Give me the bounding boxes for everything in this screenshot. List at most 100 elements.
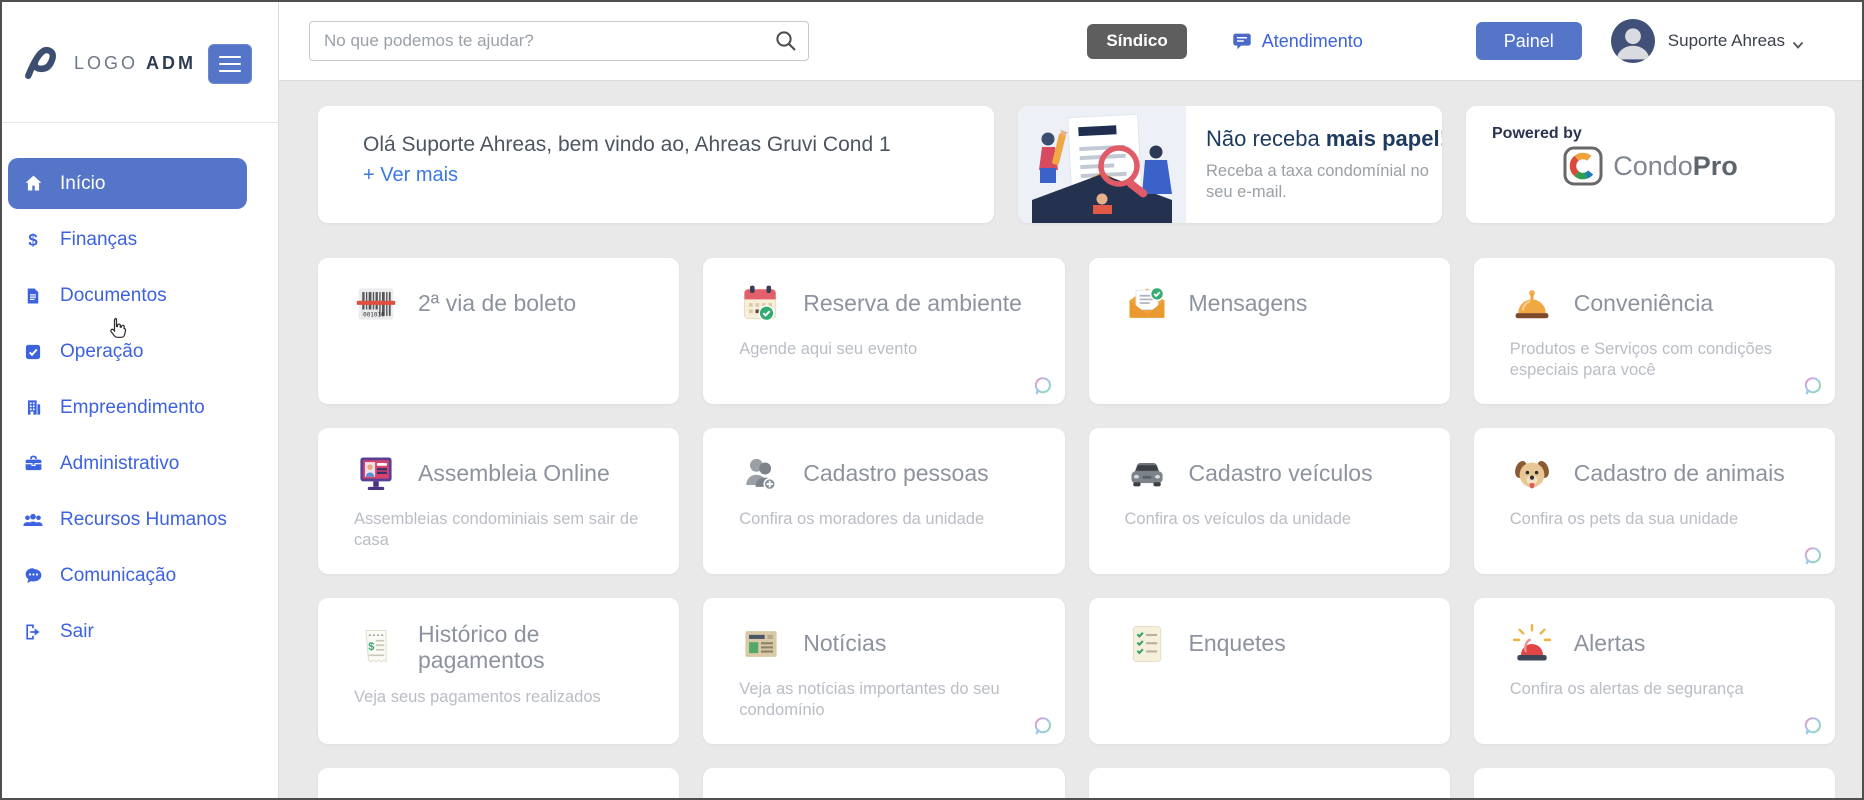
banner-title: Não receba mais papel!	[1206, 126, 1442, 151]
calendar-check-icon	[739, 282, 783, 326]
chat-balloon-icon[interactable]	[1803, 546, 1823, 566]
powered-by-card: Powered by CondoPro	[1466, 106, 1835, 223]
top-row: Olá Suporte Ahreas, bem vindo ao, Ahreas…	[318, 106, 1835, 223]
sidebar-item-empreendimento[interactable]: Empreendimento	[8, 382, 247, 433]
avatar[interactable]	[1610, 19, 1655, 63]
powered-by-label: Powered by	[1492, 125, 1582, 142]
sidebar-item-label: Administrativo	[60, 452, 180, 474]
sidebar-item-inicio[interactable]: Início	[8, 158, 247, 209]
card-title: Reserva de ambiente	[803, 290, 1022, 317]
sidebar-item-sair[interactable]: Sair	[8, 606, 247, 657]
sidebar-item-administrativo[interactable]: Administrativo	[8, 438, 247, 489]
card-head: Documentos	[1089, 768, 1450, 798]
card-title: Histórico de pagamentos	[418, 621, 545, 673]
card-reserva-de-ambiente[interactable]: Reserva de ambiente Agende aqui seu event…	[703, 258, 1065, 404]
search-icon[interactable]	[774, 29, 799, 54]
menu-toggle-button[interactable]	[208, 44, 252, 84]
card-mensagens[interactable]: Mensagens	[1088, 258, 1450, 404]
card-cameras[interactable]: Câmeras	[1473, 768, 1835, 798]
archive-box-icon	[1125, 792, 1169, 798]
card-historico-de-pagamentos[interactable]: $ Histórico de pagamentos Veja seus pagame…	[318, 598, 680, 744]
card-head: Reserva de ambiente	[703, 258, 1064, 326]
card-subtitle: Confira os pets da sua unidade	[1509, 510, 1739, 528]
card-title: Conveniência	[1573, 290, 1714, 317]
card-head: Conveniência	[1474, 258, 1835, 326]
sidebar-item-label: Recursos Humanos	[60, 508, 227, 530]
banner-text: Não receba mais papel! Receba a taxa con…	[1186, 106, 1442, 223]
content-area: Olá Suporte Ahreas, bem vindo ao, Ahreas…	[279, 81, 1862, 798]
card-cadastro-de-animais[interactable]: Cadastro de animais Confira os pets da su…	[1473, 428, 1835, 574]
card-documentos[interactable]: Documentos	[1088, 768, 1450, 798]
condopro-wordmark: CondoPro	[1613, 150, 1738, 181]
sidebar-item-recursos-humanos[interactable]: Recursos Humanos	[8, 494, 247, 545]
card-title: Cadastro pessoas	[803, 460, 989, 487]
card-graficos[interactable]: Gráficos	[703, 768, 1065, 798]
chat-balloon-icon[interactable]	[1033, 376, 1053, 396]
service-bell-icon	[1510, 282, 1554, 326]
user-menu[interactable]: Suporte Ahreas	[1668, 31, 1785, 51]
sidebar-item-label: Sair	[60, 620, 94, 642]
sidebar-item-label: Documentos	[60, 284, 167, 306]
card-subtitle: Assembleias condominiais sem sair de cas…	[354, 510, 639, 550]
sidebar: LOGO ADM Início $ Finanças Documentos Operaç…	[2, 2, 279, 798]
sidebar-item-label: Finanças	[60, 228, 138, 250]
card-cadastro-pessoas[interactable]: Cadastro pessoas Confira os moradores da …	[703, 428, 1065, 574]
card-cadastro-veiculos[interactable]: Cadastro veículos Confira os veículos da …	[1088, 428, 1450, 574]
card-alertas[interactable]: Alertas Confira os alertas de segurança	[1473, 598, 1835, 744]
spreadsheet-icon	[354, 792, 398, 798]
search-input[interactable]	[309, 21, 809, 61]
card-title: Alertas	[1573, 630, 1646, 657]
sidebar-item-label: Empreendimento	[60, 396, 205, 418]
sidebar-item-financas[interactable]: $ Finanças	[8, 214, 247, 265]
see-more-link[interactable]: + Ver mais	[363, 164, 458, 187]
card-subtitle: Confira os veículos da unidade	[1124, 510, 1352, 528]
logo-icon	[20, 41, 64, 85]
card-head: Cadastro pessoas	[703, 428, 1064, 496]
card-subtitle: Confira os alertas de segurança	[1509, 680, 1744, 698]
card-subtitle: Produtos e Serviços com condições especi…	[1509, 340, 1773, 380]
document-icon	[20, 285, 46, 307]
panel-button[interactable]: Painel	[1475, 22, 1582, 60]
card-conveniencia[interactable]: Conveniência Produtos e Serviços com cond…	[1473, 258, 1835, 404]
svg-text:$: $	[368, 641, 374, 653]
chat-balloon-icon[interactable]	[1803, 376, 1823, 396]
camera-icon	[1510, 792, 1554, 798]
role-badge-button[interactable]: Síndico	[1087, 23, 1187, 59]
card-head: Assembleia Online	[318, 428, 679, 496]
siren-icon	[1510, 622, 1554, 666]
paperless-illustration	[1018, 106, 1186, 223]
card-noticias[interactable]: Notícias Veja as notícias importantes do …	[703, 598, 1065, 744]
card-assembleia-online[interactable]: Assembleia Online Assembleias condominiai…	[318, 428, 680, 574]
support-link[interactable]: Atendimento	[1231, 30, 1363, 52]
card-enquetes[interactable]: Enquetes	[1088, 598, 1450, 744]
person-add-icon	[739, 452, 783, 496]
sidebar-item-documentos[interactable]: Documentos	[8, 270, 247, 321]
users-icon	[20, 509, 46, 531]
briefcase-icon	[20, 453, 46, 475]
card-prestacao-de-contas[interactable]: Prestação de contas	[318, 768, 680, 798]
home-icon	[20, 173, 46, 195]
card-head: 001010 2ª via de boleto	[318, 258, 679, 326]
paperless-banner[interactable]: Não receba mais papel! Receba a taxa con…	[1018, 106, 1442, 223]
chevron-down-icon[interactable]	[1792, 37, 1804, 49]
newspaper-icon	[739, 622, 783, 666]
banner-subtitle: Receba a taxa condomínial no seu e-mail.	[1206, 162, 1429, 202]
search	[309, 21, 809, 61]
card-head: $ Histórico de pagamentos	[318, 598, 679, 674]
chat-balloon-icon[interactable]	[1803, 716, 1823, 736]
sidebar-item-comunicacao[interactable]: Comunicação	[8, 550, 247, 601]
logout-icon	[20, 621, 46, 643]
card-2-via-de-boleto[interactable]: 001010 2ª via de boleto	[318, 258, 680, 404]
sidebar-item-operacao[interactable]: Operação	[8, 326, 247, 377]
card-subtitle: Agende aqui seu evento	[739, 340, 918, 358]
card-subtitle: Veja as notícias importantes do seu cond…	[739, 680, 1000, 720]
card-title: Cadastro de animais	[1573, 460, 1785, 487]
checklist-icon	[1125, 622, 1169, 666]
card-subtitle: Veja seus pagamentos realizados	[354, 687, 601, 706]
chat-square-icon	[1231, 30, 1253, 52]
pie-chart-icon	[739, 792, 783, 798]
card-head: Alertas	[1474, 598, 1835, 666]
chat-balloon-icon[interactable]	[1033, 716, 1053, 736]
card-head: Notícias	[703, 598, 1064, 666]
card-head: Mensagens	[1089, 258, 1450, 326]
